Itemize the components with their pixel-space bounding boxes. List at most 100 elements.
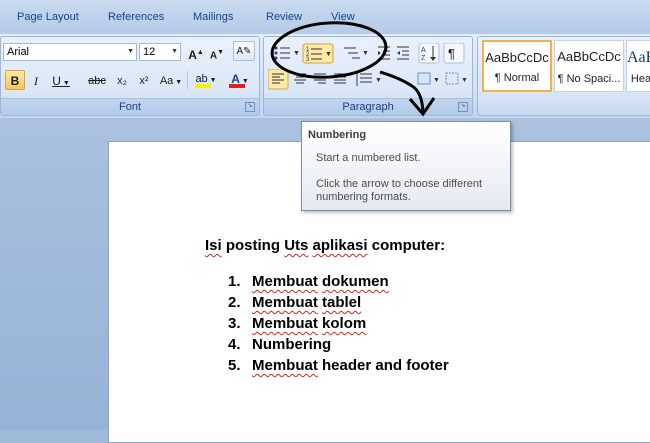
misspelled-word: Membuat <box>252 273 318 290</box>
tooltip-line: Click the arrow to choose different <box>316 178 483 190</box>
misspelled-word: tablel <box>322 294 362 311</box>
misspelled-word: kolom <box>322 315 367 332</box>
misspelled-word: Membuat <box>252 315 318 332</box>
text-highlight-button[interactable]: ab ▼ <box>191 68 221 88</box>
font-size-value: 12 <box>143 46 156 58</box>
justify-icon <box>334 73 346 84</box>
align-left-icon <box>268 69 289 90</box>
paragraph-group-label: Paragraph <box>264 98 472 115</box>
tab-page-layout[interactable]: Page Layout <box>17 11 79 23</box>
font-group: Arial ▼ 12 ▼ A▲ A▼ A✎ B I U ▼ abc x₂ x² … <box>0 36 260 116</box>
tab-mailings[interactable]: Mailings <box>193 11 233 23</box>
tooltip-title: Numbering <box>308 129 367 141</box>
misspelled-word: dokumen <box>322 273 389 290</box>
font-name-value: Arial <box>7 46 30 58</box>
change-case-button[interactable]: Aa ▼ <box>157 70 185 90</box>
multilevel-list-icon: ▼ <box>344 47 369 59</box>
line-spacing-icon: ▼ <box>356 72 382 86</box>
change-case-icon: Aa <box>159 75 174 87</box>
misspelled-word: aplikasi <box>312 237 368 254</box>
shading-icon: ▼ <box>417 72 440 85</box>
clear-formatting-icon: A✎ <box>236 46 252 57</box>
svg-text:▼: ▼ <box>433 77 440 84</box>
underline-button[interactable]: U ▼ <box>49 70 73 90</box>
style-heading[interactable]: AaB Hea <box>626 40 650 92</box>
font-name-combo[interactable]: Arial ▼ <box>3 43 137 61</box>
style-normal[interactable]: AaBbCcDc ¶ Normal <box>482 40 552 92</box>
list-item[interactable]: 4. Numbering <box>228 336 331 353</box>
subscript-button[interactable]: x₂ <box>112 70 132 90</box>
font-color-button[interactable]: A ▼ <box>225 68 255 88</box>
misspelled-word: Membuat <box>252 294 318 311</box>
numbering-icon: 1 2 3 ▼ <box>302 43 334 64</box>
subscript-icon: x₂ <box>117 75 127 87</box>
separator <box>187 71 188 89</box>
list-number: 3. <box>228 315 241 332</box>
misspelled-word: Membuat <box>252 357 318 374</box>
chevron-down-icon: ▼ <box>127 48 134 55</box>
svg-text:▼: ▼ <box>325 51 332 58</box>
style-sample: AaBbCcDc <box>485 50 549 65</box>
sort-icon: A Z <box>418 43 440 64</box>
list-item[interactable]: 1. Membuat dokumen <box>228 273 389 290</box>
list-text: Numbering <box>252 336 332 353</box>
dialog-launcher-icon[interactable]: ↘ <box>245 102 255 112</box>
align-center-icon <box>294 73 306 84</box>
shrink-font-button[interactable]: A▼ <box>208 42 226 62</box>
font-group-label: Font <box>1 98 259 115</box>
tooltip-line: Start a numbered list. <box>316 152 421 164</box>
show-hide-marks-icon: ¶ <box>443 43 465 64</box>
bold-button[interactable]: B <box>5 70 25 90</box>
font-size-combo[interactable]: 12 ▼ <box>139 43 181 61</box>
misspelled-word: Uts <box>284 237 309 254</box>
svg-text:▼: ▼ <box>293 50 300 57</box>
underline-icon: U <box>52 74 61 88</box>
numbering-tooltip: Numbering Start a numbered list. Click t… <box>301 121 511 211</box>
list-item[interactable]: 5. Membuat header and footer <box>228 357 449 374</box>
highlight-color-bar <box>195 84 211 88</box>
chevron-down-icon: ▼ <box>171 48 178 55</box>
dialog-launcher-icon[interactable]: ↘ <box>458 102 468 112</box>
style-name: ¶ Normal <box>494 72 540 84</box>
list-text: header and footer <box>317 357 449 374</box>
paragraph-row-1: ▼ 1 2 3 ▼ ▼ A Z ¶ <box>274 43 465 64</box>
tab-review[interactable]: Review <box>266 11 302 23</box>
ribbon-tab-bar: Page Layout References Mailings Review V… <box>0 0 650 35</box>
grow-font-button[interactable]: A▲ <box>187 42 205 62</box>
svg-text:Z: Z <box>421 55 426 62</box>
italic-button[interactable]: I <box>27 70 45 90</box>
bold-icon: B <box>10 74 20 88</box>
svg-text:▼: ▼ <box>375 77 382 84</box>
style-no-spacing[interactable]: AaBbCcDc ¶ No Spaci... <box>554 40 624 92</box>
tab-references[interactable]: References <box>108 11 164 23</box>
font-color-bar <box>229 84 245 88</box>
decrease-indent-icon <box>378 46 390 60</box>
grow-font-icon: A <box>188 48 197 62</box>
increase-indent-icon <box>397 46 409 60</box>
heading-text: posting <box>221 237 285 254</box>
tooltip-line: numbering formats. <box>316 191 411 203</box>
strikethrough-icon: abc <box>88 75 106 87</box>
style-name: ¶ No Spaci... <box>557 73 621 85</box>
clear-formatting-button[interactable]: A✎ <box>233 41 255 61</box>
paragraph-row-2: ▼ ▼ ▼ <box>268 69 468 90</box>
align-right-icon <box>314 73 326 84</box>
svg-text:A: A <box>421 47 426 54</box>
list-item[interactable]: 3. Membuat kolom <box>228 315 366 332</box>
document-heading[interactable]: Isi posting Uts aplikasi computer: <box>205 237 445 254</box>
superscript-button[interactable]: x² <box>134 70 154 90</box>
tab-view[interactable]: View <box>331 11 355 23</box>
list-item[interactable]: 2. Membuat tablel <box>228 294 361 311</box>
svg-text:¶: ¶ <box>448 46 455 61</box>
superscript-icon: x² <box>139 75 149 87</box>
italic-icon: I <box>34 74 38 88</box>
bullets-icon: ▼ <box>274 46 300 60</box>
list-number: 5. <box>228 357 241 374</box>
misspelled-word: Isi <box>205 237 222 254</box>
paragraph-group: ▼ 1 2 3 ▼ ▼ A Z ¶ ▼ ▼ ▼ Paragraph ↘ <box>263 36 473 116</box>
list-number: 1. <box>228 273 241 290</box>
list-number: 4. <box>228 336 241 353</box>
strikethrough-button[interactable]: abc <box>83 70 111 90</box>
list-number: 2. <box>228 294 241 311</box>
style-sample: AaBbCcDc <box>557 49 621 64</box>
